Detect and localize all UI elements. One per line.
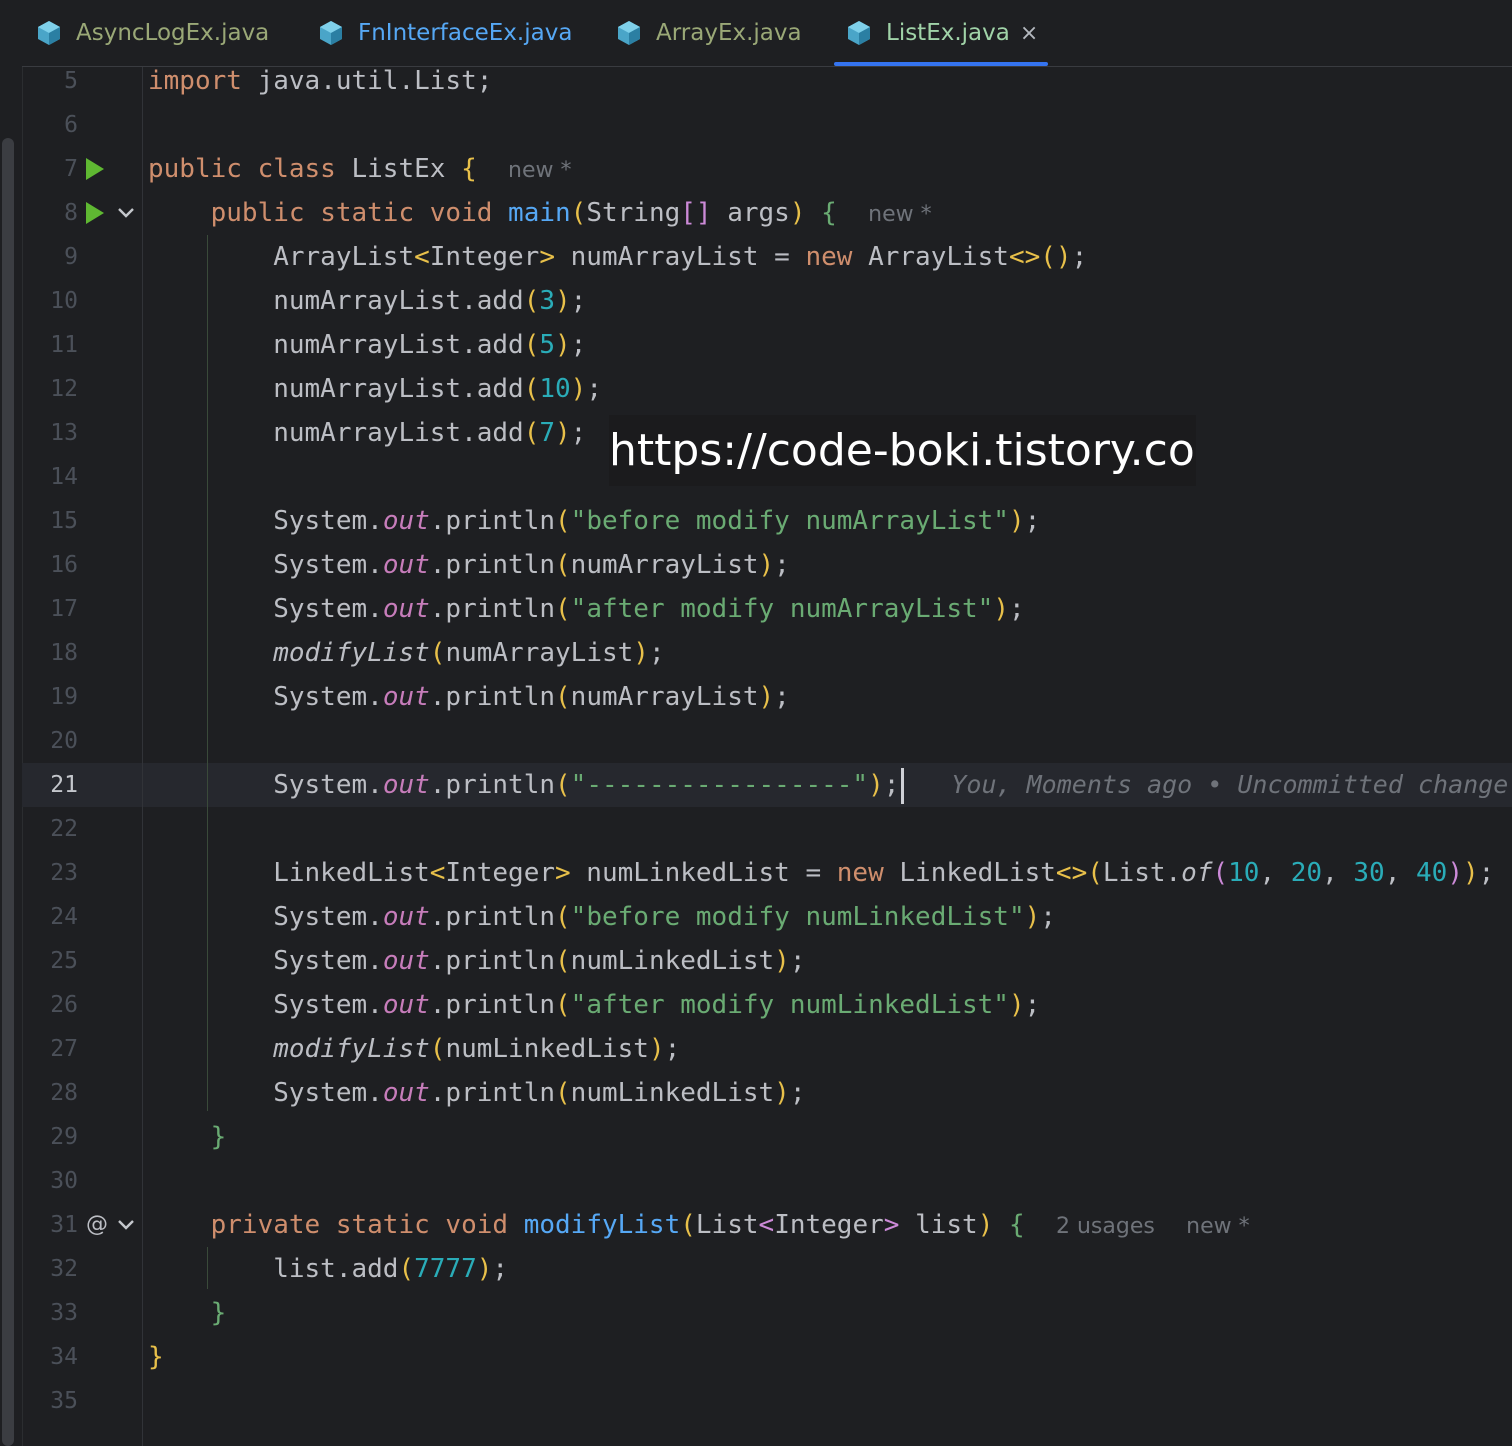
- code-line[interactable]: System.out.println("before modify numArr…: [148, 499, 1040, 543]
- gutter-separator: [142, 67, 143, 1446]
- code-line[interactable]: modifyList(numLinkedList);: [148, 1027, 680, 1071]
- java-class-file-icon: [320, 21, 342, 45]
- usages-hint[interactable]: 2 usages: [1056, 1214, 1155, 1239]
- code-line[interactable]: public static void main(String[] args) {…: [148, 191, 932, 237]
- line-number: 32: [50, 1256, 78, 1282]
- line-number: 12: [50, 376, 78, 402]
- code-line[interactable]: numArrayList.add(10);: [148, 367, 602, 411]
- line-number: 24: [50, 904, 78, 930]
- code-line[interactable]: modifyList(numArrayList);: [148, 631, 664, 675]
- line-number: 6: [64, 112, 78, 138]
- close-icon[interactable]: ×: [1020, 21, 1038, 46]
- line-number: 31: [50, 1212, 78, 1238]
- line-number: 35: [50, 1388, 78, 1414]
- line-number: 21: [50, 772, 78, 798]
- code-line[interactable]: System.out.println("after modify numLink…: [148, 983, 1040, 1027]
- code-line[interactable]: System.out.println(numLinkedList);: [148, 1071, 805, 1115]
- line-number: 17: [50, 596, 78, 622]
- line-number: 28: [50, 1080, 78, 1106]
- tab-label: ListEx.java: [886, 20, 1010, 46]
- line-number: 14: [50, 464, 78, 490]
- new-hint: new *: [1186, 1214, 1250, 1239]
- code-line[interactable]: public class ListEx { new *: [148, 147, 572, 193]
- tab-label: ArrayEx.java: [656, 20, 802, 46]
- code-line[interactable]: }: [148, 1291, 227, 1335]
- run-gutter-icon[interactable]: [84, 200, 106, 226]
- line-number: 29: [50, 1124, 78, 1150]
- line-number: 8: [64, 200, 78, 226]
- new-hint: new *: [868, 202, 932, 227]
- watermark-url: https://code-boki.tistory.com: [609, 415, 1196, 486]
- java-class-file-icon: [848, 21, 870, 45]
- code-line[interactable]: numArrayList.add(3);: [148, 279, 586, 323]
- left-strip: [0, 0, 23, 1446]
- line-number: 10: [50, 288, 78, 314]
- code-line[interactable]: System.out.println("after modify numArra…: [148, 587, 1024, 631]
- line-number: 13: [50, 420, 78, 446]
- line-number: 27: [50, 1036, 78, 1062]
- code-line[interactable]: list.add(7777);: [148, 1247, 508, 1291]
- line-number: 22: [50, 816, 78, 842]
- line-number: 9: [64, 244, 78, 270]
- line-number: 33: [50, 1300, 78, 1326]
- line-number: 16: [50, 552, 78, 578]
- code-line[interactable]: LinkedList<Integer> numLinkedList = new …: [148, 851, 1494, 895]
- active-tab-indicator: [834, 62, 1048, 66]
- line-number: 20: [50, 728, 78, 754]
- code-line[interactable]: }: [148, 1335, 164, 1379]
- tab-listex[interactable]: ListEx.java ×: [846, 0, 1038, 66]
- line-number: 18: [50, 640, 78, 666]
- chevron-down-icon[interactable]: [116, 1218, 136, 1232]
- at-sign-icon[interactable]: @: [86, 1203, 108, 1247]
- git-blame-hint: You, Moments ago • Uncommitted change: [951, 770, 1509, 799]
- ide-editor-window: AsyncLogEx.java FnInterfaceEx.java Array…: [0, 0, 1512, 1446]
- chevron-down-icon[interactable]: [116, 206, 136, 220]
- code-line[interactable]: System.out.println(numArrayList);: [148, 543, 790, 587]
- code-line[interactable]: ArrayList<Integer> numArrayList = new Ar…: [148, 235, 1087, 279]
- line-number: 11: [50, 332, 78, 358]
- line-number: 23: [50, 860, 78, 886]
- line-number: 15: [50, 508, 78, 534]
- line-number: 25: [50, 948, 78, 974]
- tab-arrayex[interactable]: ArrayEx.java: [616, 0, 802, 66]
- code-line[interactable]: import java.util.List;: [148, 59, 492, 103]
- line-number: 5: [64, 68, 78, 94]
- tab-asynclogex[interactable]: AsyncLogEx.java: [36, 0, 269, 66]
- new-hint: new *: [508, 158, 572, 183]
- code-line[interactable]: numArrayList.add(7);: [148, 411, 586, 455]
- line-number: 7: [64, 156, 78, 182]
- java-class-file-icon: [38, 21, 60, 45]
- vertical-scrollbar[interactable]: [2, 138, 14, 1446]
- code-line-current[interactable]: System.out.println("-----------------");…: [148, 763, 1508, 807]
- line-number: 30: [50, 1168, 78, 1194]
- code-line[interactable]: System.out.println(numLinkedList);: [148, 939, 805, 983]
- tab-fninterfaceex[interactable]: FnInterfaceEx.java: [318, 0, 572, 66]
- code-line[interactable]: private static void modifyList(List<Inte…: [148, 1203, 1250, 1249]
- tab-label: FnInterfaceEx.java: [358, 20, 573, 46]
- code-line[interactable]: System.out.println("before modify numLin…: [148, 895, 1056, 939]
- code-line[interactable]: }: [148, 1115, 227, 1159]
- text-cursor: [901, 767, 905, 804]
- line-number: 19: [50, 684, 78, 710]
- code-line[interactable]: System.out.println(numArrayList);: [148, 675, 790, 719]
- run-gutter-icon[interactable]: [84, 156, 106, 182]
- code-line[interactable]: numArrayList.add(5);: [148, 323, 586, 367]
- java-class-file-icon: [618, 21, 640, 45]
- line-number: 26: [50, 992, 78, 1018]
- tab-label: AsyncLogEx.java: [76, 20, 270, 46]
- line-number: 34: [50, 1344, 78, 1370]
